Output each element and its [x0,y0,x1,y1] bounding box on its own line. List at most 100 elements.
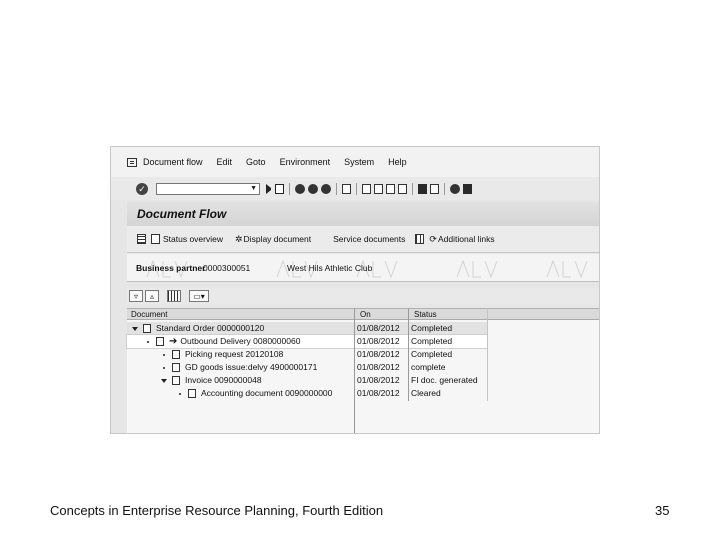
date-cell: 01/08/2012 [357,375,400,385]
status-overview-button[interactable]: Status overview [163,234,223,244]
menu-environment[interactable]: Environment [280,157,331,167]
command-field[interactable]: ▼ [156,182,260,195]
status-cell: Cleared [411,388,441,398]
table-row[interactable]: Accounting document 0090000000 01/08/201… [127,387,599,400]
help-icon[interactable] [450,183,460,194]
column-divider[interactable] [408,308,409,401]
back-icon[interactable] [295,183,305,194]
document-name: Outbound Delivery 0080000060 [180,336,301,346]
slide-page-number: 35 [655,503,670,518]
document-icon [172,350,180,360]
document-name: Standard Order 0000000120 [156,323,265,333]
next-page-icon[interactable] [386,183,395,194]
menu-system[interactable]: System [344,157,374,167]
slide-footer-text: Concepts in Enterprise Resource Planning… [50,503,384,518]
document-icon [156,337,164,347]
standard-toolbar: ✓ ▼ [111,177,599,433]
document-icon[interactable] [151,234,160,244]
header-panel: Business partner 0000300051 West Hils At… [127,254,599,282]
bullet-icon [163,353,165,356]
service-documents-button[interactable]: Service documents [333,234,405,244]
save-icon[interactable] [275,183,284,194]
date-cell: 01/08/2012 [357,362,400,372]
bullet-icon [147,340,149,343]
collapse-icon[interactable] [266,183,272,194]
layout-menu-icon[interactable] [463,183,472,194]
new-session-icon[interactable] [418,183,427,194]
enter-check-icon[interactable]: ✓ [136,182,148,195]
display-document-icon[interactable]: ✲ [235,234,243,245]
column-header-on[interactable]: On [360,310,371,319]
menu-bar: Document flow Edit Goto Environment Syst… [111,147,599,177]
previous-page-icon[interactable] [374,183,383,194]
column-divider [487,308,488,401]
table-row[interactable]: ➔ Outbound Delivery 0080000060 01/08/2012… [126,334,599,349]
expand-toggle-icon[interactable] [132,326,138,331]
document-name: Accounting document 0090000000 [201,388,333,398]
bullet-icon [163,366,165,369]
table-row[interactable]: Picking request 20120108 01/08/2012 Comp… [127,348,599,361]
find-icon[interactable] [167,290,181,302]
date-cell: 01/08/2012 [357,323,400,333]
status-cell: Completed [411,336,453,346]
exit-icon[interactable] [308,183,318,194]
document-icon [188,389,196,399]
document-cell: Invoice 0090000048 [161,375,262,386]
document-name: Picking request 20120108 [185,349,284,359]
additional-links-icon[interactable] [415,234,425,244]
link-icon[interactable]: ⟳ [429,234,437,245]
status-cell: complete [411,362,446,372]
date-cell: 01/08/2012 [357,349,400,359]
document-flow-grid: Document On Status Standard Order 000000… [126,308,599,433]
toolbar-divider [356,182,357,195]
alv-toolbar: ▿ ▵ ▭▾ [127,288,599,304]
current-document-arrow-icon: ➔ [169,336,178,348]
collapse-all-icon[interactable]: ▵ [145,290,159,302]
chevron-down-icon[interactable]: ▼ [250,185,257,192]
menu-goto[interactable]: Goto [246,157,266,167]
expand-toggle-icon[interactable] [161,378,167,383]
print-icon[interactable] [342,183,351,194]
menu-document-flow[interactable]: Document flow [143,157,203,167]
status-cell: Completed [411,323,453,333]
toolbar-divider [444,182,445,195]
shortcut-icon[interactable] [430,183,439,194]
additional-links-button[interactable]: Additional links [438,234,495,244]
sap-window: Document flow Edit Goto Environment Syst… [110,146,600,434]
business-partner-name: West Hils Athletic Club [287,263,373,273]
business-partner-number: 0000300051 [203,263,251,273]
table-row[interactable]: Invoice 0090000048 01/08/2012 FI doc. ge… [127,374,599,387]
table-row[interactable]: GD goods issue:delvy 4900000171 01/08/20… [127,361,599,374]
date-cell: 01/08/2012 [357,336,400,346]
menu-edit[interactable]: Edit [217,157,233,167]
column-header-status[interactable]: Status [414,310,437,319]
cancel-icon[interactable] [321,183,331,194]
document-icon [172,376,180,386]
screen-title-bar: Document Flow [127,202,599,226]
application-toolbar: Status overview ✲ Display document Servi… [127,226,599,253]
print-dropdown-icon[interactable]: ▭▾ [189,290,209,302]
document-cell: Picking request 20120108 [163,349,284,360]
status-cell: FI doc. generated [411,375,478,385]
column-divider[interactable] [354,308,355,433]
toolbar-divider [289,182,290,195]
expand-all-icon[interactable]: ▿ [129,290,143,302]
status-overview-icon[interactable] [137,234,146,244]
toolbar-divider [336,182,337,195]
sap-menu-icon[interactable] [127,157,137,167]
menu-help[interactable]: Help [388,157,407,167]
status-cell: Completed [411,349,453,359]
document-name: Invoice 0090000048 [185,375,262,385]
column-header-document[interactable]: Document [131,310,167,319]
business-partner-label: Business partner [136,263,206,273]
document-name: GD goods issue:delvy 4900000171 [185,362,318,372]
first-page-icon[interactable] [362,183,371,194]
grid-header: Document On Status [127,308,599,320]
document-icon [172,363,180,373]
table-row[interactable]: Standard Order 0000000120 01/08/2012 Com… [127,322,599,335]
last-page-icon[interactable] [398,183,407,194]
display-document-button[interactable]: Display document [244,234,312,244]
document-cell: ➔ Outbound Delivery 0080000060 [147,336,300,347]
page-title: Document Flow [137,207,227,221]
document-cell: GD goods issue:delvy 4900000171 [163,362,318,373]
